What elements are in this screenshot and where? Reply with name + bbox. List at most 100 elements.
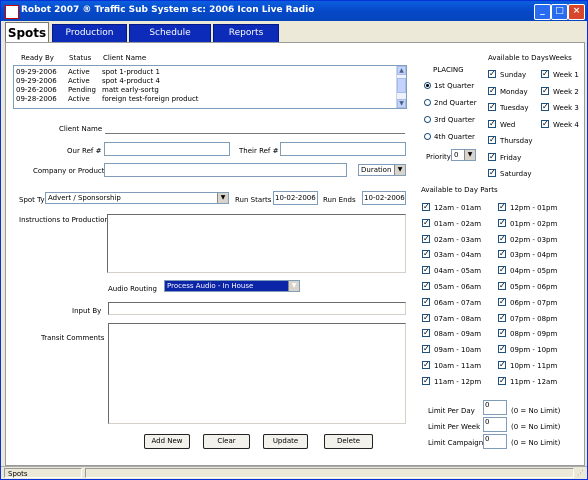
transit-comments-textarea[interactable]	[108, 323, 406, 424]
chevron-down-icon[interactable]: ▼	[464, 150, 475, 160]
daypart-label: 11pm - 12am	[510, 377, 558, 386]
daypart-checkbox[interactable]: ✓	[498, 218, 506, 227]
run-ends-field[interactable]: 10-02-2006	[362, 191, 406, 205]
quarter-1-radio[interactable]	[424, 82, 431, 89]
spot-type-select[interactable]: Advert / Sponsorship ▼	[45, 192, 229, 204]
daypart-checkbox[interactable]: ✓	[498, 313, 506, 322]
quarter-3-radio[interactable]	[424, 116, 431, 123]
tab-spots[interactable]: Spots	[5, 22, 49, 44]
daypart-checkbox[interactable]: ✓	[498, 282, 506, 290]
daypart-checkbox[interactable]: ✓	[422, 376, 430, 385]
run-starts-field[interactable]: 10-02-2006	[273, 191, 318, 205]
day-checkbox[interactable]: ✓	[488, 119, 496, 128]
day-checkbox[interactable]: ✓	[488, 86, 496, 95]
audio-routing-select[interactable]: Process Audio - In House ▼	[164, 280, 300, 292]
chevron-down-icon[interactable]: ▼	[394, 165, 405, 175]
instructions-label: Instructions to Production	[19, 216, 109, 224]
daypart-checkbox[interactable]: ✓	[498, 329, 506, 338]
day-checkbox[interactable]: ✓	[488, 70, 496, 78]
week-checkbox[interactable]: ✓	[541, 119, 549, 128]
daypart-checkbox[interactable]: ✓	[498, 297, 506, 306]
daypart-label: 11am - 12pm	[434, 377, 482, 386]
cell-client-name: foreign test-foreign product	[102, 95, 199, 103]
app-icon	[5, 5, 19, 19]
week-label: Week 2	[553, 87, 579, 96]
update-button[interactable]: Update	[263, 434, 308, 449]
daypart-checkbox[interactable]: ✓	[422, 234, 430, 243]
quarter-4-radio[interactable]	[424, 133, 431, 140]
quarter-2-radio[interactable]	[424, 99, 431, 106]
scroll-thumb[interactable]	[397, 78, 406, 93]
daypart-checkbox[interactable]: ✓	[498, 361, 506, 369]
daypart-checkbox[interactable]: ✓	[422, 361, 430, 369]
daypart-checkbox[interactable]: ✓	[422, 345, 430, 354]
daypart-checkbox[interactable]: ✓	[422, 297, 430, 306]
daypart-checkbox[interactable]: ✓	[498, 376, 506, 385]
status-panel	[85, 468, 574, 478]
week-checkbox[interactable]: ✓	[541, 70, 549, 78]
day-label: Thursday	[500, 137, 533, 145]
day-checkbox[interactable]: ✓	[488, 152, 496, 161]
cell-client-name: spot 4-product 4	[102, 77, 160, 85]
tab-schedule[interactable]: Schedule	[129, 24, 211, 43]
quarter-4-label: 4th Quarter	[434, 133, 475, 141]
their-ref-field[interactable]	[280, 142, 406, 156]
day-checkbox[interactable]: ✓	[488, 169, 496, 177]
input-by-field[interactable]	[108, 302, 406, 315]
instructions-textarea[interactable]	[107, 214, 406, 273]
clear-button[interactable]: Clear	[203, 434, 250, 449]
client-name-field[interactable]	[105, 133, 405, 134]
chevron-down-icon[interactable]: ▼	[288, 281, 299, 291]
run-starts-label: Run Starts	[235, 196, 272, 204]
scroll-up-icon[interactable]: ▲	[397, 66, 406, 75]
tab-reports[interactable]: Reports	[213, 24, 279, 43]
scroll-down-icon[interactable]: ▼	[397, 99, 406, 108]
add-new-button[interactable]: Add New	[144, 434, 190, 449]
daypart-checkbox[interactable]: ✓	[422, 313, 430, 322]
header-client-name[interactable]: Client Name	[103, 54, 146, 62]
priority-select[interactable]: 0 ▼	[451, 149, 476, 161]
quarter-1-label: 1st Quarter	[434, 82, 475, 90]
resize-grip-icon[interactable]: ⋰	[577, 469, 585, 478]
cell-status: Active	[68, 95, 90, 103]
limit-per-day-field[interactable]: 0	[483, 400, 507, 415]
week-checkbox[interactable]: ✓	[541, 86, 549, 95]
limit-per-week-field[interactable]: 0	[483, 417, 507, 432]
daypart-checkbox[interactable]: ✓	[498, 234, 506, 243]
daypart-label: 02pm - 03pm	[510, 235, 558, 244]
spots-list[interactable]: 09-29-2006 Active spot 1-product 1 09-29…	[13, 65, 407, 109]
daypart-checkbox[interactable]: ✓	[422, 282, 430, 290]
daypart-label: 05am - 06am	[434, 283, 482, 291]
limit-campaign-field[interactable]: 0	[483, 434, 507, 449]
daypart-checkbox[interactable]: ✓	[498, 203, 506, 211]
day-checkbox[interactable]: ✓	[488, 136, 496, 144]
duration-select[interactable]: Duration ▼	[358, 164, 406, 176]
day-label: Friday	[500, 153, 522, 162]
tab-production[interactable]: Production	[52, 24, 127, 43]
daypart-checkbox[interactable]: ✓	[498, 266, 506, 275]
daypart-checkbox[interactable]: ✓	[422, 266, 430, 275]
close-button[interactable]: ×	[568, 4, 585, 20]
daypart-checkbox[interactable]: ✓	[498, 250, 506, 259]
daypart-label: 01pm - 02pm	[510, 219, 558, 228]
daypart-checkbox[interactable]: ✓	[498, 345, 506, 354]
company-field[interactable]	[104, 163, 347, 177]
daypart-checkbox[interactable]: ✓	[422, 329, 430, 338]
chevron-down-icon[interactable]: ▼	[217, 193, 228, 203]
list-scrollbar[interactable]: ▲ ▼	[396, 66, 406, 108]
daypart-checkbox[interactable]: ✓	[422, 218, 430, 227]
week-checkbox[interactable]: ✓	[541, 103, 549, 111]
daypart-checkbox[interactable]: ✓	[422, 250, 430, 259]
app-window: Robot 2007 ® Traffic Sub System sc: 2006…	[0, 0, 588, 480]
day-checkbox[interactable]: ✓	[488, 103, 496, 111]
header-ready-by[interactable]: Ready By	[21, 54, 54, 62]
status-bar: Spots ⋰	[1, 466, 587, 479]
title-bar[interactable]: Robot 2007 ® Traffic Sub System sc: 2006…	[1, 1, 587, 21]
priority-value: 0	[454, 151, 459, 159]
daypart-checkbox[interactable]: ✓	[422, 203, 430, 211]
header-status[interactable]: Status	[69, 54, 91, 62]
our-ref-field[interactable]	[104, 142, 230, 156]
minimize-button[interactable]: _	[534, 4, 551, 20]
maximize-button[interactable]: □	[551, 4, 568, 20]
delete-button[interactable]: Delete	[324, 434, 373, 449]
